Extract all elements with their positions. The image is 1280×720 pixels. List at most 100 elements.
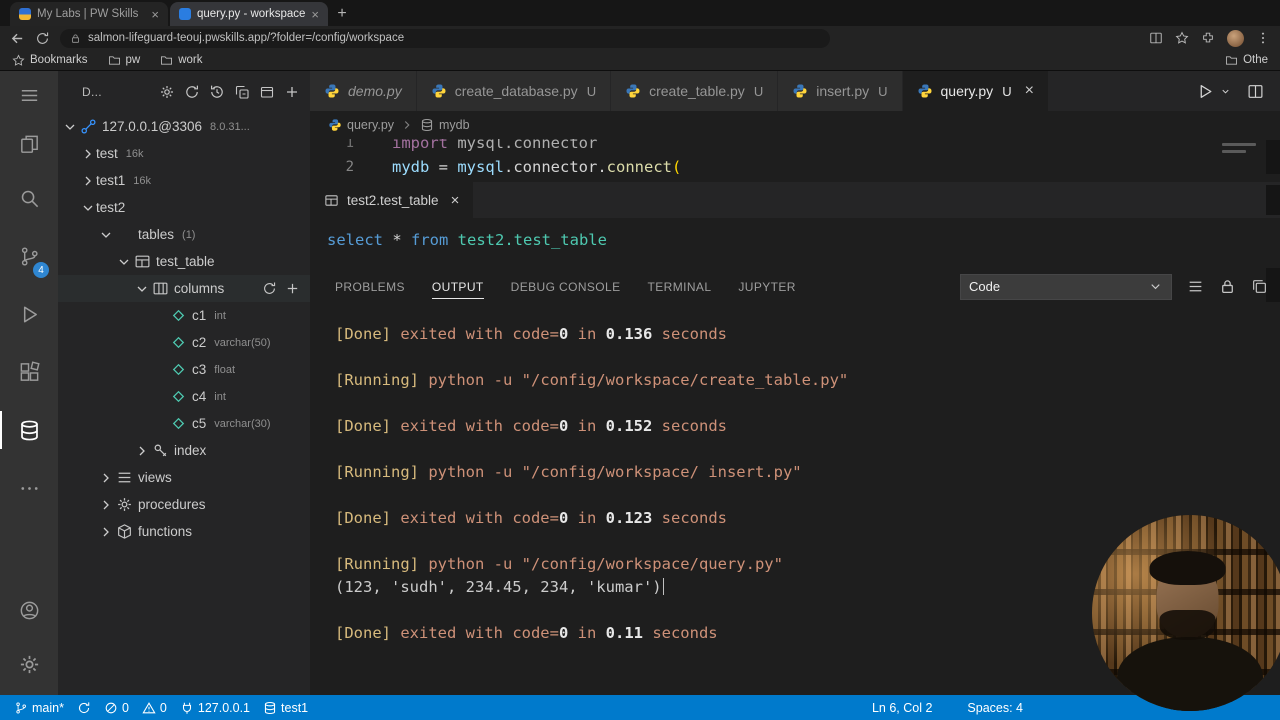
activity-settings[interactable]: [0, 637, 58, 691]
gear-icon[interactable]: [159, 84, 175, 100]
editor-tab-bar: demo.py create_database.py U create_tabl…: [310, 71, 1280, 111]
status-label: 127.0.0.1: [197, 700, 251, 715]
python-icon: [328, 118, 342, 132]
bookmark-item[interactable]: Bookmarks: [12, 53, 88, 67]
collapse-icon[interactable]: [234, 84, 250, 100]
browser-menu-icon[interactable]: [1256, 31, 1270, 45]
editor-tab-query.py[interactable]: query.py U ×: [902, 71, 1049, 111]
lock-scroll-icon[interactable]: [1219, 278, 1236, 295]
run-file-button[interactable]: [1197, 83, 1214, 100]
panel-tab-terminal[interactable]: TERMINAL: [648, 275, 712, 299]
status-label: 0: [159, 700, 167, 715]
status-warnings[interactable]: 0: [142, 701, 167, 715]
tree-item-c4[interactable]: c4 int: [58, 383, 310, 410]
panel-tab-debug-console[interactable]: DEBUG CONSOLE: [511, 275, 621, 299]
activity-source-control[interactable]: 4: [0, 227, 58, 285]
editor-tab-create_database.py[interactable]: create_database.py U: [416, 71, 612, 111]
tree-item-label: c3: [192, 362, 207, 377]
breadcrumb-item[interactable]: query.py: [328, 118, 394, 132]
tree-item-columns[interactable]: columns: [58, 275, 310, 302]
editor-tab-demo.py[interactable]: demo.py: [310, 71, 417, 111]
code-editor[interactable]: 1 import mysql.connector 2 mydb = mysql.…: [310, 139, 1280, 182]
status-server[interactable]: 127.0.0.1: [180, 701, 250, 715]
split-editor-button[interactable]: [1247, 83, 1264, 100]
activity-more[interactable]: [0, 459, 58, 517]
panel-tab-output[interactable]: OUTPUT: [431, 275, 484, 299]
breadcrumb-item[interactable]: mydb: [420, 118, 470, 132]
status-cursor-position[interactable]: Ln 6, Col 2: [872, 701, 932, 715]
activity-explorer[interactable]: [0, 119, 58, 169]
add-icon[interactable]: [285, 281, 300, 296]
editor-scrollbar[interactable]: [1266, 140, 1280, 174]
panel-tab-jupyter[interactable]: JUPYTER: [738, 275, 795, 299]
tree-item-c2[interactable]: c2 varchar(50): [58, 329, 310, 356]
activity-search[interactable]: [0, 169, 58, 227]
tree-item-test_table[interactable]: test_table: [58, 248, 310, 275]
word-wrap-icon[interactable]: [1187, 278, 1204, 295]
bookmark-item[interactable]: Othe: [1225, 54, 1268, 67]
run-dropdown-icon[interactable]: [1220, 86, 1231, 97]
tree-item-127.0.0.1@3306[interactable]: 127.0.0.1@3306 8.0.31...: [58, 113, 310, 140]
database-icon: [263, 701, 277, 715]
more-icon: [18, 477, 41, 500]
sql-query-text[interactable]: select * from test2.test_table: [310, 218, 1280, 268]
activity-run-debug[interactable]: [0, 285, 58, 343]
sidebar-header: D...: [58, 71, 310, 113]
status-indentation[interactable]: Spaces: 4: [967, 701, 1023, 715]
plug-icon: [180, 701, 194, 715]
results-scrollbar[interactable]: [1266, 185, 1280, 215]
editor-tab-insert.py[interactable]: insert.py U: [778, 71, 903, 111]
panel-tab-problems[interactable]: PROBLEMS: [335, 275, 405, 299]
address-bar[interactable]: salmon-lifeguard-teouj.pwskills.app/?fol…: [60, 28, 830, 48]
reload-icon[interactable]: [35, 31, 50, 46]
refresh-icon[interactable]: [262, 281, 277, 296]
panel-scrollbar[interactable]: [1266, 268, 1280, 302]
status-problems[interactable]: 0: [104, 701, 129, 715]
back-icon[interactable]: [10, 31, 25, 46]
tab-close-icon[interactable]: ×: [311, 7, 319, 22]
tree-item-procedures[interactable]: procedures: [58, 491, 310, 518]
folder-icon: [160, 54, 173, 67]
close-tab-icon[interactable]: ×: [1025, 82, 1034, 100]
list-icon: [116, 469, 133, 486]
activity-extensions[interactable]: [0, 343, 58, 401]
browser-tab[interactable]: My Labs | PW Skills ×: [10, 2, 168, 26]
output-channel-select[interactable]: Code: [960, 273, 1172, 300]
status-sync[interactable]: [77, 701, 91, 715]
tree-item-functions[interactable]: functions: [58, 518, 310, 545]
output-line: [Running] python -u "/config/workspace/ …: [335, 463, 802, 481]
tree-item-index[interactable]: index: [58, 437, 310, 464]
python-icon: [431, 83, 447, 99]
tree-item-test1[interactable]: test1 16k: [58, 167, 310, 194]
tree-item-c3[interactable]: c3 float: [58, 356, 310, 383]
new-tab-button[interactable]: +: [330, 2, 354, 26]
tree-item-label: test2: [96, 200, 126, 215]
status-branch[interactable]: main*: [14, 701, 64, 715]
window-icon[interactable]: [259, 84, 275, 100]
results-tab[interactable]: test2.test_table ×: [310, 182, 474, 218]
tree-item-tables[interactable]: tables (1): [58, 221, 310, 248]
activity-account[interactable]: [0, 583, 58, 637]
activity-database[interactable]: [0, 401, 58, 459]
tree-item-views[interactable]: views: [58, 464, 310, 491]
status-database[interactable]: test1: [263, 701, 308, 715]
scm-badge: 4: [33, 262, 49, 278]
editor-tab-create_table.py[interactable]: create_table.py U: [611, 71, 779, 111]
profile-avatar[interactable]: [1227, 29, 1244, 47]
tree-item-test2[interactable]: test2: [58, 194, 310, 221]
bookmark-item[interactable]: pw: [108, 54, 140, 67]
tree-item-test[interactable]: test 16k: [58, 140, 310, 167]
tree-item-c1[interactable]: c1 int: [58, 302, 310, 329]
activity-menu[interactable]: [0, 71, 58, 119]
refresh-icon[interactable]: [184, 84, 200, 100]
bookmark-item[interactable]: work: [160, 54, 203, 67]
browser-tab[interactable]: query.py - workspace - code-se ×: [170, 2, 328, 26]
history-icon[interactable]: [209, 84, 225, 100]
close-results-icon[interactable]: ×: [451, 192, 460, 209]
git-status-flag: U: [753, 83, 764, 99]
add-icon[interactable]: [284, 84, 300, 100]
tree-item-c5[interactable]: c5 varchar(30): [58, 410, 310, 437]
gear-icon: [18, 653, 41, 676]
code-line: 1 import mysql.connector: [310, 139, 1280, 155]
tab-close-icon[interactable]: ×: [151, 7, 159, 22]
